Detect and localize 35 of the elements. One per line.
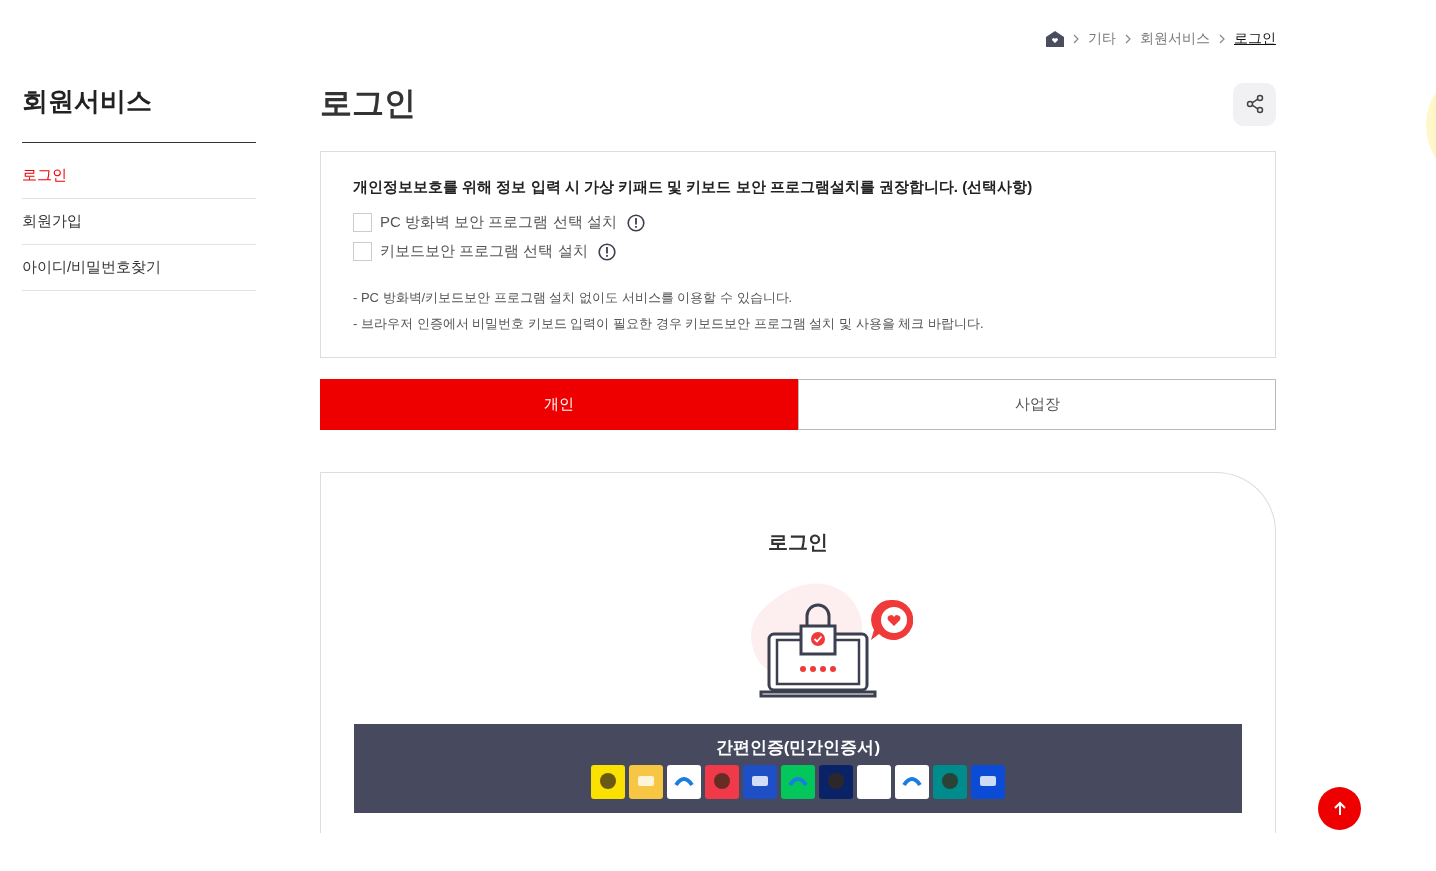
provider-logo-icon[interactable] xyxy=(743,765,777,799)
provider-logo-icon[interactable] xyxy=(667,765,701,799)
share-button[interactable] xyxy=(1233,82,1276,126)
breadcrumb-link[interactable]: 회원서비스 xyxy=(1140,30,1210,48)
card-title: 로그인 xyxy=(768,530,828,555)
sidebar-item[interactable]: 아이디/비밀번호찾기 xyxy=(22,245,256,291)
checkbox[interactable] xyxy=(353,242,372,261)
chevron-icon xyxy=(1219,34,1225,44)
sidebar-title: 회원서비스 xyxy=(22,85,153,118)
panel-title: 간편인증(민간인증서) xyxy=(715,737,881,759)
share-icon xyxy=(1244,94,1265,114)
provider-logo-icon[interactable] xyxy=(705,765,739,799)
provider-logo-icon[interactable] xyxy=(895,765,929,799)
provider-logo-icon[interactable] xyxy=(933,765,967,799)
scroll-top-button[interactable] xyxy=(1318,787,1361,830)
note-text: - 브라우저 인증에서 비밀번호 키보드 입력이 필요한 경우 키보드보안 프로그램 설치 및 사용을 체크 바랍니다. xyxy=(353,315,985,333)
note-text: - PC 방화벽/키보드보안 프로그램 설치 없이도 서비스를 이용할 수 있습니다. xyxy=(353,289,794,307)
breadcrumb-link[interactable]: 기타 xyxy=(1088,30,1116,48)
tab[interactable]: 개인 xyxy=(320,379,798,430)
chevron-icon xyxy=(1073,34,1079,44)
home-icon[interactable] xyxy=(1046,31,1064,47)
option-label[interactable]: PC 방화벽 보안 프로그램 선택 설치 xyxy=(380,213,617,232)
notice-heading: 개인정보보호를 위해 정보 입력 시 가상 키패드 및 키보드 보안 프로그램설치를 권장합니다. (선택사항) xyxy=(353,178,1034,197)
provider-logo-icon[interactable] xyxy=(591,765,625,799)
breadcrumb-link[interactable]: 로그인 xyxy=(1234,30,1276,48)
checkbox[interactable] xyxy=(353,213,372,232)
tab[interactable]: 사업장 xyxy=(798,379,1276,430)
sidebar-item[interactable]: 로그인 xyxy=(22,153,256,199)
info-icon[interactable] xyxy=(626,213,645,232)
provider-logo-icon[interactable] xyxy=(971,765,1005,799)
page-title: 로그인 xyxy=(320,84,416,123)
sidebar-item[interactable]: 회원가입 xyxy=(22,199,256,245)
option-label[interactable]: 키보드보안 프로그램 선택 설치 xyxy=(380,242,588,261)
info-icon[interactable] xyxy=(597,242,616,261)
chevron-icon xyxy=(1125,34,1131,44)
